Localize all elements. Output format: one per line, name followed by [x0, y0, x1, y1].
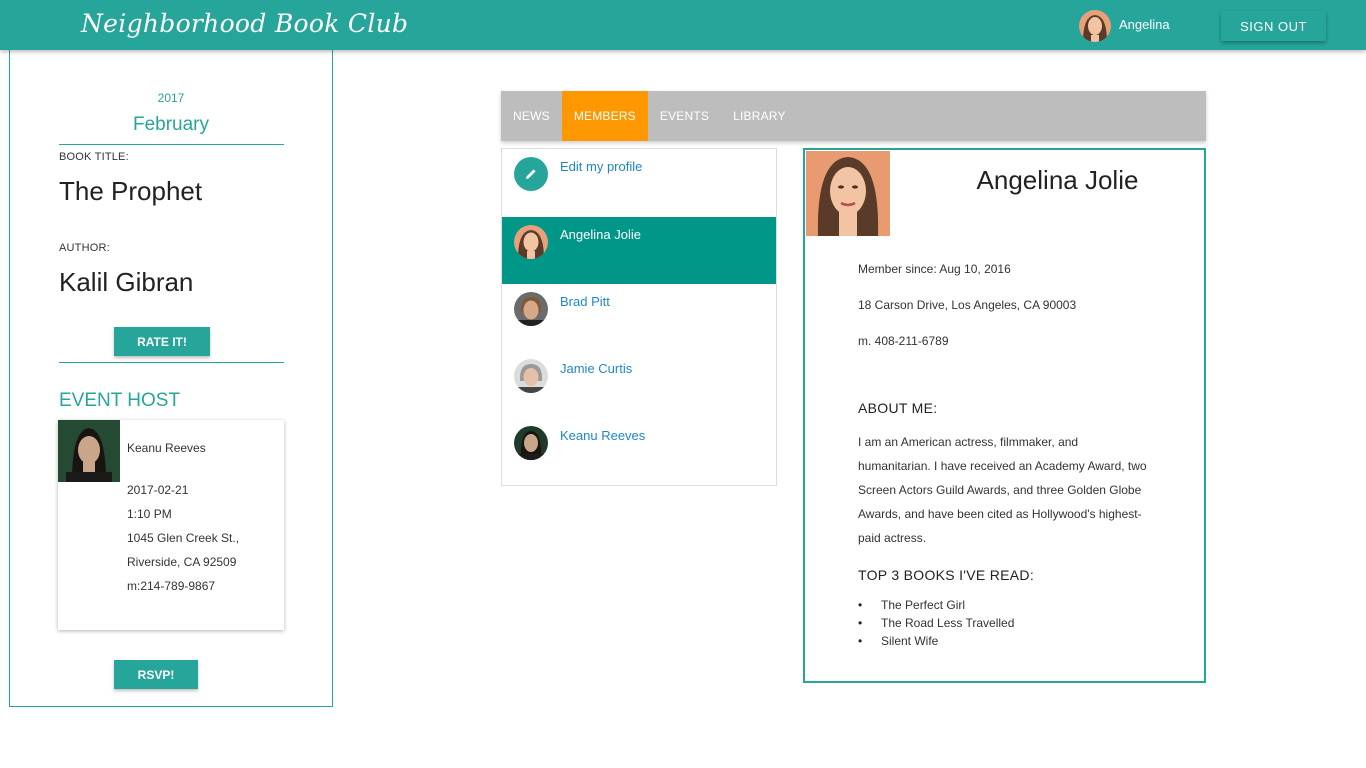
main-tabs: NEWS MEMBERS EVENTS LIBRARY	[501, 91, 1206, 141]
tab-library[interactable]: LIBRARY	[721, 91, 798, 141]
edit-profile-link[interactable]: Edit my profile	[560, 159, 642, 174]
books-heading: TOP 3 BOOKS I'VE READ:	[858, 567, 1035, 583]
tab-news[interactable]: NEWS	[501, 91, 562, 141]
book-list-item: The Road Less Travelled	[858, 614, 1014, 632]
sign-out-button[interactable]: SIGN OUT	[1221, 11, 1326, 41]
member-avatar	[514, 225, 548, 259]
profile-photo	[806, 151, 890, 236]
about-text: I am an American actress, filmmaker, and…	[858, 435, 1147, 545]
event-host-heading: EVENT HOST	[59, 390, 181, 411]
host-portrait-icon	[58, 420, 120, 482]
pencil-icon	[526, 169, 536, 179]
user-avatar[interactable]	[1079, 10, 1111, 42]
avatar-portrait-icon	[1079, 10, 1111, 42]
member-avatar	[514, 292, 548, 326]
member-avatar	[514, 359, 548, 393]
book-title-label: BOOK TITLE:	[59, 151, 129, 163]
member-list-item[interactable]: Angelina Jolie	[502, 217, 776, 284]
member-list-item[interactable]: Keanu Reeves	[502, 418, 776, 485]
profile-phone: m. 408-211-6789	[858, 334, 949, 348]
member-name[interactable]: Brad Pitt	[560, 294, 610, 309]
rsvp-button[interactable]: RSVP!	[114, 660, 198, 689]
profile-address: 18 Carson Drive, Los Angeles, CA 90003	[858, 298, 1077, 312]
host-photo	[58, 420, 120, 482]
event-time: 1:10 PM	[127, 507, 172, 521]
member-list-item[interactable]: Jamie Curtis	[502, 351, 776, 418]
avatar-portrait-icon	[514, 426, 548, 460]
profile-name: Angelina Jolie	[976, 165, 1139, 195]
top-books-list: The Perfect Girl The Road Less Travelled…	[858, 596, 1014, 650]
author-label: AUTHOR:	[59, 242, 110, 254]
tab-events[interactable]: EVENTS	[648, 91, 721, 141]
divider	[59, 144, 284, 145]
avatar-portrait-icon	[514, 359, 548, 393]
month-label: February	[132, 114, 210, 135]
member-since: Member since: Aug 10, 2016	[858, 262, 1011, 276]
host-phone: m:214-789-9867	[127, 579, 216, 593]
event-date: 2017-02-21	[127, 483, 189, 497]
event-address-line1: 1045 Glen Creek St.,	[127, 531, 240, 545]
about-heading: ABOUT ME:	[858, 400, 938, 416]
user-name[interactable]: Angelina	[1119, 17, 1170, 32]
edit-profile-item[interactable]: Edit my profile	[502, 149, 776, 216]
year-label: 2017	[157, 91, 185, 105]
author-name: Kalil Gibran	[59, 267, 194, 297]
book-title: The Prophet	[59, 176, 203, 206]
profile-portrait-icon	[806, 151, 890, 236]
tab-members[interactable]: MEMBERS	[561, 91, 648, 141]
rate-it-button[interactable]: RATE IT!	[114, 327, 210, 356]
book-list-item: The Perfect Girl	[858, 596, 1014, 614]
event-address-line2: Riverside, CA 92509	[127, 555, 237, 569]
member-name[interactable]: Jamie Curtis	[560, 361, 632, 376]
member-name[interactable]: Keanu Reeves	[560, 428, 645, 443]
site-title[interactable]: Neighborhood Book Club	[81, 9, 408, 38]
members-list: Edit my profile Angelina Jolie Brad Pitt	[501, 148, 777, 486]
avatar-portrait-icon	[514, 225, 548, 259]
divider	[59, 362, 284, 363]
member-name[interactable]: Angelina Jolie	[560, 227, 641, 242]
book-of-month-sidebar: 2017 February BOOK TITLE: The Prophet AU…	[9, 50, 333, 707]
host-name: Keanu Reeves	[127, 441, 206, 455]
top-app-bar: Neighborhood Book Club Angelina SIGN OUT	[0, 0, 1366, 50]
event-host-card: Keanu Reeves 2017-02-21 1:10 PM 1045 Gle…	[58, 420, 284, 630]
avatar-portrait-icon	[514, 292, 548, 326]
edit-profile-icon-button[interactable]	[514, 157, 548, 191]
book-list-item: Silent Wife	[858, 632, 1014, 650]
member-list-item[interactable]: Brad Pitt	[502, 284, 776, 351]
member-profile-card: Angelina Jolie Member since: Aug 10, 201…	[803, 148, 1206, 683]
member-avatar	[514, 426, 548, 460]
